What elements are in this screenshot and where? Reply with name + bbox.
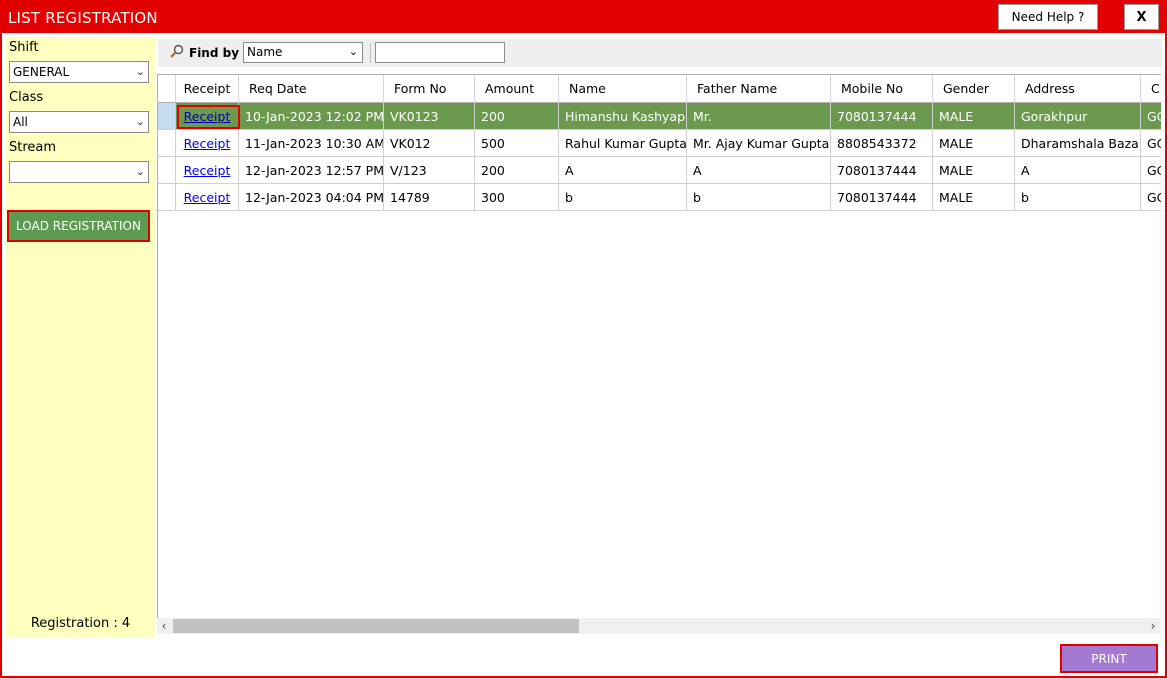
receipt-link[interactable]: Receipt xyxy=(184,136,231,151)
shift-select[interactable]: GENERAL ⌄ xyxy=(9,61,149,83)
scroll-right-icon[interactable]: › xyxy=(1146,618,1160,634)
receipt-cell: Receipt xyxy=(176,184,239,211)
find-by-label: Find by xyxy=(189,46,240,60)
window-title: LIST REGISTRATION xyxy=(8,9,158,27)
table-row[interactable]: Receipt 11-Jan-2023 10:30 AM VK012 500 R… xyxy=(158,130,1161,157)
row-indicator-header xyxy=(158,75,176,103)
chevron-down-icon: ⌄ xyxy=(135,165,145,178)
need-help-button[interactable]: Need Help ? xyxy=(998,4,1098,30)
row-indicator[interactable] xyxy=(158,130,176,157)
gender-cell: MALE xyxy=(933,184,1015,211)
column-header-req-date[interactable]: Req Date xyxy=(239,75,384,103)
mobile-no-cell: 7080137444 xyxy=(831,157,933,184)
stream-label: Stream xyxy=(9,140,57,155)
stream-select[interactable]: ⌄ xyxy=(9,161,149,183)
print-button[interactable]: PRINT xyxy=(1060,644,1158,673)
column-header-amount[interactable]: Amount xyxy=(475,75,559,103)
column-header-receipt[interactable]: Receipt xyxy=(176,75,239,103)
find-toolbar: Find by Name ⌄ xyxy=(158,39,1162,67)
c-cell: GC xyxy=(1141,103,1161,130)
registration-count: Registration : 4 xyxy=(30,616,131,631)
name-cell: A xyxy=(559,157,687,184)
amount-cell: 500 xyxy=(475,130,559,157)
column-header-gender[interactable]: Gender xyxy=(933,75,1015,103)
father-name-cell: Mr. Ajay Kumar Gupta xyxy=(687,130,831,157)
gender-cell: MALE xyxy=(933,130,1015,157)
search-icon xyxy=(170,44,184,58)
table-header: Receipt Req Date Form No Amount Name Fat… xyxy=(158,75,1161,103)
receipt-link[interactable]: Receipt xyxy=(184,190,231,205)
amount-cell: 200 xyxy=(475,103,559,130)
req-date-cell: 12-Jan-2023 12:57 PM xyxy=(239,157,384,184)
form-no-cell: V/123 xyxy=(384,157,475,184)
chevron-down-icon: ⌄ xyxy=(135,65,145,78)
mobile-no-cell: 7080137444 xyxy=(831,184,933,211)
class-label: Class xyxy=(9,90,44,105)
table-row[interactable]: Receipt 10-Jan-2023 12:02 PM VK0123 200 … xyxy=(158,103,1161,130)
registration-table: Receipt Req Date Form No Amount Name Fat… xyxy=(157,74,1161,619)
father-name-cell: A xyxy=(687,157,831,184)
load-registration-label: LOAD REGISTRATION xyxy=(9,212,148,240)
c-cell: GC xyxy=(1141,157,1161,184)
name-cell: Rahul Kumar Gupta xyxy=(559,130,687,157)
row-indicator[interactable] xyxy=(158,184,176,211)
amount-cell: 300 xyxy=(475,184,559,211)
column-header-address[interactable]: Address xyxy=(1015,75,1141,103)
row-indicator[interactable] xyxy=(158,103,176,130)
column-header-father-name[interactable]: Father Name xyxy=(687,75,831,103)
title-bar: LIST REGISTRATION Need Help ? X xyxy=(2,2,1165,33)
find-by-value: Name xyxy=(247,45,283,59)
form-no-cell: 14789 xyxy=(384,184,475,211)
horizontal-scrollbar[interactable]: ‹ › xyxy=(157,618,1160,634)
c-cell: GC xyxy=(1141,130,1161,157)
scroll-left-icon[interactable]: ‹ xyxy=(157,618,171,634)
father-name-cell: b xyxy=(687,184,831,211)
close-button[interactable]: X xyxy=(1124,4,1159,30)
shift-label: Shift xyxy=(9,40,39,55)
scrollbar-thumb[interactable] xyxy=(173,619,579,633)
chevron-down-icon: ⌄ xyxy=(348,45,358,58)
address-cell: A xyxy=(1015,157,1141,184)
table-row[interactable]: Receipt 12-Jan-2023 04:04 PM 14789 300 b… xyxy=(158,184,1161,211)
address-cell: Gorakhpur xyxy=(1015,103,1141,130)
req-date-cell: 12-Jan-2023 04:04 PM xyxy=(239,184,384,211)
receipt-link[interactable]: Receipt xyxy=(184,163,231,178)
name-cell: b xyxy=(559,184,687,211)
receipt-cell: Receipt xyxy=(176,157,239,184)
req-date-cell: 10-Jan-2023 12:02 PM xyxy=(239,103,384,130)
shift-select-value: GENERAL xyxy=(13,65,70,79)
class-select-value: All xyxy=(13,115,28,129)
filter-sidebar: Shift GENERAL ⌄ Class All ⌄ Stream ⌄ LOA… xyxy=(6,37,155,637)
gender-cell: MALE xyxy=(933,157,1015,184)
column-header-mobile-no[interactable]: Mobile No xyxy=(831,75,933,103)
find-by-select[interactable]: Name ⌄ xyxy=(243,42,363,63)
search-input[interactable] xyxy=(375,42,505,63)
father-name-cell: Mr. xyxy=(687,103,831,130)
toolbar-separator xyxy=(370,43,371,63)
address-cell: Dharamshala Bazar xyxy=(1015,130,1141,157)
print-label: PRINT xyxy=(1062,646,1156,671)
name-cell: Himanshu Kashyap xyxy=(559,103,687,130)
mobile-no-cell: 7080137444 xyxy=(831,103,933,130)
column-header-name[interactable]: Name xyxy=(559,75,687,103)
table-row[interactable]: Receipt 12-Jan-2023 12:57 PM V/123 200 A… xyxy=(158,157,1161,184)
mobile-no-cell: 8808543372 xyxy=(831,130,933,157)
amount-cell: 200 xyxy=(475,157,559,184)
class-select[interactable]: All ⌄ xyxy=(9,111,149,133)
address-cell: b xyxy=(1015,184,1141,211)
receipt-focus-highlight xyxy=(177,105,240,129)
list-registration-window: LIST REGISTRATION Need Help ? X Shift GE… xyxy=(0,0,1167,678)
form-no-cell: VK012 xyxy=(384,130,475,157)
req-date-cell: 11-Jan-2023 10:30 AM xyxy=(239,130,384,157)
load-registration-button[interactable]: LOAD REGISTRATION xyxy=(7,210,150,242)
receipt-cell: Receipt xyxy=(176,130,239,157)
row-indicator[interactable] xyxy=(158,157,176,184)
form-no-cell: VK0123 xyxy=(384,103,475,130)
chevron-down-icon: ⌄ xyxy=(135,115,145,128)
column-header-form-no[interactable]: Form No xyxy=(384,75,475,103)
c-cell: GC xyxy=(1141,184,1161,211)
column-header-c[interactable]: C xyxy=(1141,75,1161,103)
gender-cell: MALE xyxy=(933,103,1015,130)
